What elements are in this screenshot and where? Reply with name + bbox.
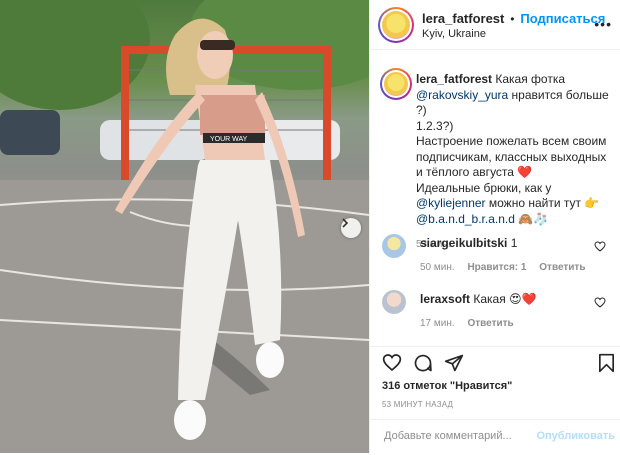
- post-location[interactable]: Kyiv, Ukraine: [422, 28, 486, 40]
- comment-username[interactable]: leraxsoft: [420, 292, 470, 306]
- caption-mention-2[interactable]: @kyliejenner: [416, 196, 486, 210]
- author-username[interactable]: lera_fatforest: [422, 11, 504, 26]
- chevron-right-icon: [342, 218, 349, 228]
- comment-body: leraxsoft Какая 😍❤️: [420, 292, 590, 306]
- comment-bubble-icon[interactable]: [413, 353, 433, 373]
- caption-text-3: Настроение пожелать всем своим подписчик…: [416, 134, 607, 179]
- caption-text-4b: можно найти тут: [485, 196, 585, 210]
- like-heart-icon[interactable]: [382, 353, 402, 372]
- caption-text-4: Идеальные брюки, как у: [416, 180, 552, 195]
- caption-avatar[interactable]: [382, 70, 410, 98]
- publish-button[interactable]: Опубликовать: [536, 430, 615, 442]
- bookmark-icon[interactable]: [598, 353, 615, 373]
- commenter-avatar[interactable]: [382, 234, 406, 258]
- comment-text: 1: [510, 236, 518, 250]
- heart-emoji: ❤️: [517, 165, 533, 179]
- comment-meta: 50 мин. Нравится: 1 Ответить: [420, 262, 595, 273]
- header-separator: •: [510, 12, 515, 26]
- post-caption: lera_fatforest Какая фотка @rakovskiy_yu…: [416, 72, 616, 253]
- add-comment-bar: Опубликовать: [370, 419, 620, 455]
- caption-text-1: Какая фотка: [495, 72, 566, 86]
- post-side-panel: lera_fatforest • Подписаться Kyiv, Ukrai…: [369, 0, 620, 453]
- reply-button[interactable]: Ответить: [467, 318, 513, 329]
- follow-button[interactable]: Подписаться: [520, 11, 605, 26]
- comment-time[interactable]: 17 мин.: [420, 318, 455, 329]
- post-header: lera_fatforest • Подписаться Kyiv, Ukrai…: [370, 0, 620, 50]
- comment-input[interactable]: [382, 429, 536, 443]
- caption-author[interactable]: lera_fatforest: [416, 72, 492, 86]
- caption-end-emoji: 🙈🧦: [518, 211, 549, 226]
- caption-mention-3[interactable]: @b.a.n.d_b.r.a.n.d: [416, 212, 515, 226]
- heart-outline-icon[interactable]: [594, 297, 606, 308]
- next-photo-button[interactable]: [341, 218, 361, 238]
- comment-meta: 17 мин. Ответить: [420, 318, 524, 329]
- heart-outline-icon[interactable]: [594, 241, 606, 252]
- caption-mention-1[interactable]: @rakovskiy_yura: [416, 88, 508, 102]
- author-avatar[interactable]: [380, 9, 412, 41]
- reply-button[interactable]: Ответить: [539, 262, 585, 273]
- commenter-avatar[interactable]: [382, 290, 406, 314]
- comments-area: lera_fatforest Какая фотка @rakovskiy_yu…: [370, 56, 620, 346]
- instagram-post: YOUR WAY lera_fatforest • Подписаться Ky…: [0, 0, 620, 453]
- svg-text:YOUR WAY: YOUR WAY: [210, 136, 248, 143]
- comment-username[interactable]: siargeikulbitski: [420, 236, 507, 250]
- post-date[interactable]: 53 МИНУТ НАЗАД: [382, 400, 453, 409]
- caption-text-2: 1.2.3?): [416, 118, 454, 133]
- more-dots-icon[interactable]: •••: [594, 16, 612, 32]
- comment-body: siargeikulbitski 1: [420, 236, 590, 250]
- photo-illustration: YOUR WAY: [0, 0, 369, 453]
- pointing-emoji: 👉: [584, 196, 600, 210]
- share-paper-plane-icon[interactable]: [444, 353, 464, 373]
- post-actions: 316 отметок "Нравится" 53 МИНУТ НАЗАД Оп…: [370, 346, 620, 454]
- likes-count[interactable]: 316 отметок "Нравится": [382, 380, 512, 392]
- comment-time[interactable]: 50 мин.: [420, 262, 455, 273]
- comment-text: Какая: [473, 292, 506, 306]
- comment-likes[interactable]: Нравится: 1: [467, 262, 526, 273]
- comment-emoji: 😍❤️: [509, 292, 537, 306]
- post-photo[interactable]: YOUR WAY: [0, 0, 369, 453]
